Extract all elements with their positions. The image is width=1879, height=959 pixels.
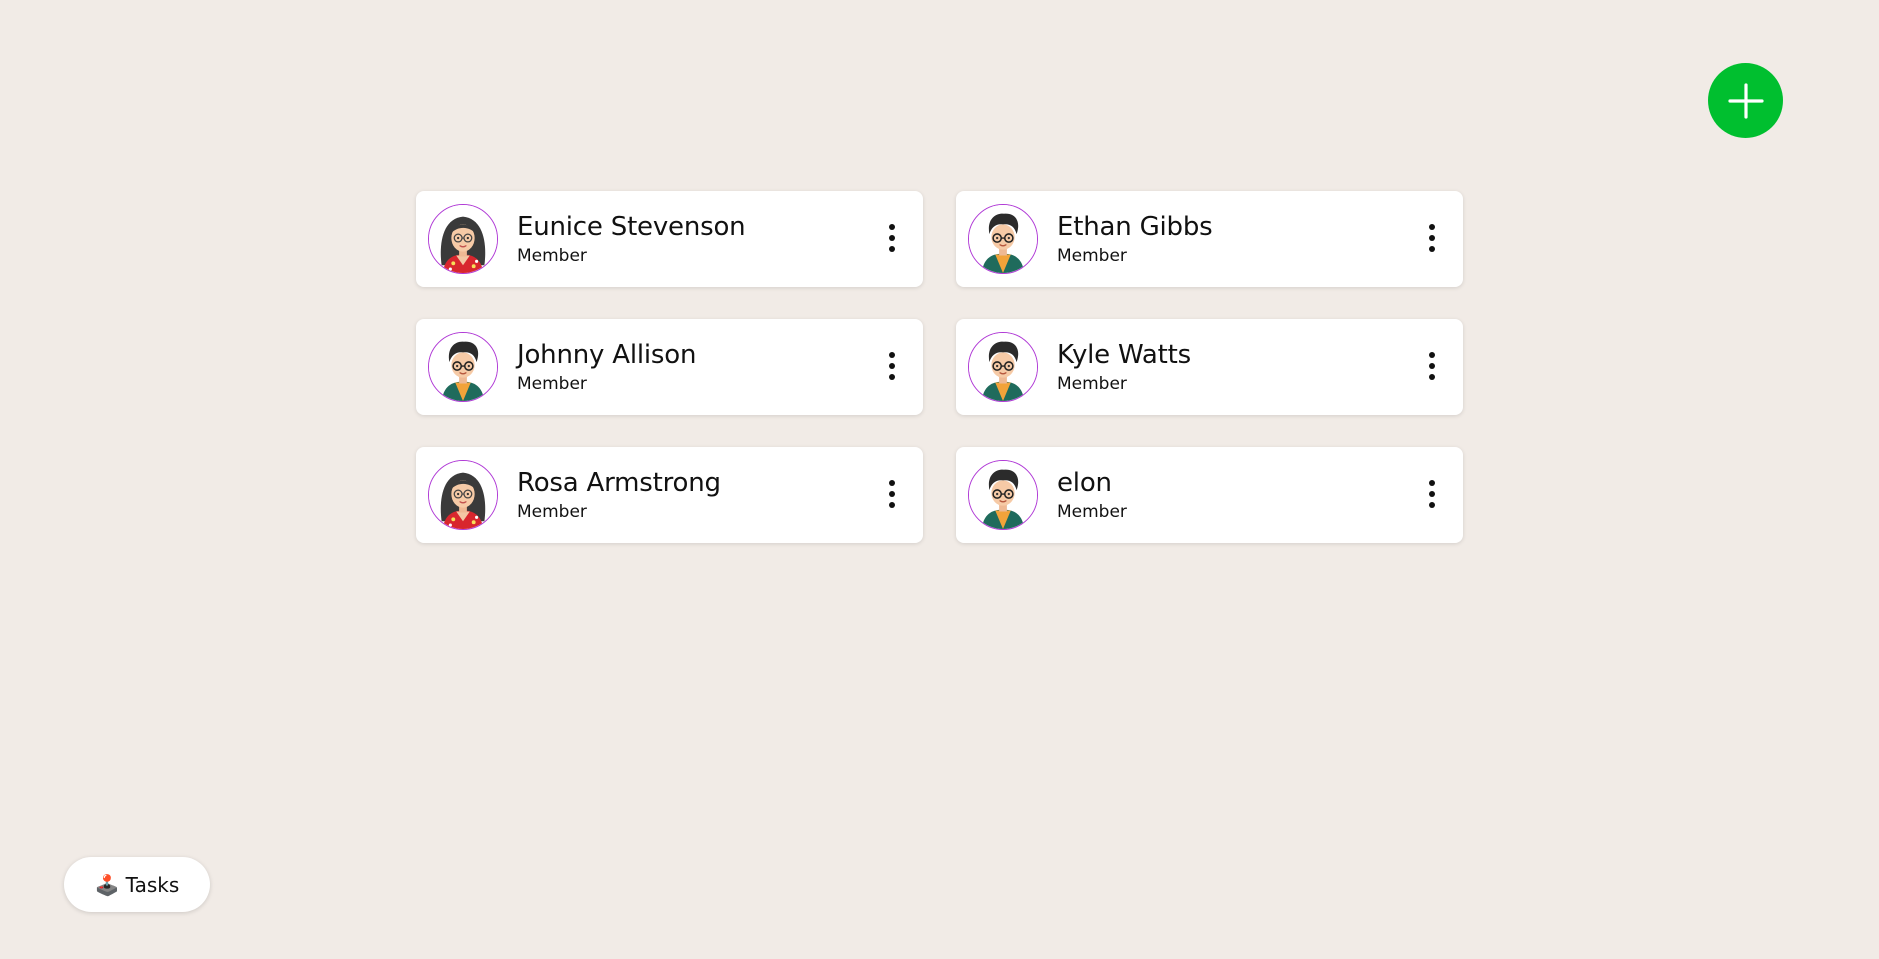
member-name: Rosa Armstrong bbox=[517, 467, 721, 498]
more-options-icon[interactable] bbox=[1421, 346, 1443, 386]
member-card[interactable]: elon Member bbox=[956, 447, 1463, 543]
female-avatar-icon bbox=[429, 205, 497, 273]
male-avatar-icon bbox=[969, 461, 1037, 529]
avatar bbox=[428, 204, 498, 274]
member-info: Johnny Allison Member bbox=[517, 339, 696, 396]
member-role: Member bbox=[1057, 245, 1127, 266]
more-options-icon[interactable] bbox=[881, 346, 903, 386]
member-card[interactable]: Eunice Stevenson Member bbox=[416, 191, 923, 287]
member-name: Eunice Stevenson bbox=[517, 211, 746, 242]
avatar bbox=[428, 332, 498, 402]
member-card[interactable]: Johnny Allison Member bbox=[416, 319, 923, 415]
add-member-button[interactable] bbox=[1708, 63, 1783, 138]
page: Eunice Stevenson Member Ethan Gibbs Memb… bbox=[0, 0, 1879, 959]
joystick-icon: 🕹️ bbox=[94, 872, 120, 897]
member-name: Ethan Gibbs bbox=[1057, 211, 1213, 242]
member-card[interactable]: Rosa Armstrong Member bbox=[416, 447, 923, 543]
more-options-icon[interactable] bbox=[1421, 474, 1443, 514]
avatar bbox=[968, 460, 1038, 530]
member-info: elon Member bbox=[1057, 467, 1127, 524]
member-info: Eunice Stevenson Member bbox=[517, 211, 746, 268]
member-card[interactable]: Kyle Watts Member bbox=[956, 319, 1463, 415]
tasks-button[interactable]: 🕹️ Tasks bbox=[64, 857, 210, 912]
members-grid: Eunice Stevenson Member Ethan Gibbs Memb… bbox=[416, 191, 1463, 543]
member-name: Kyle Watts bbox=[1057, 339, 1191, 370]
female-avatar-icon bbox=[429, 461, 497, 529]
member-name: elon bbox=[1057, 467, 1112, 498]
member-name: Johnny Allison bbox=[517, 339, 697, 370]
male-avatar-icon bbox=[969, 205, 1037, 273]
member-info: Rosa Armstrong Member bbox=[517, 467, 721, 524]
plus-icon bbox=[1727, 82, 1764, 119]
member-role: Member bbox=[517, 373, 587, 394]
avatar bbox=[968, 332, 1038, 402]
member-role: Member bbox=[517, 245, 587, 266]
avatar bbox=[428, 460, 498, 530]
more-options-icon[interactable] bbox=[881, 474, 903, 514]
member-role: Member bbox=[517, 501, 587, 522]
more-options-icon[interactable] bbox=[1421, 218, 1443, 258]
avatar bbox=[968, 204, 1038, 274]
male-avatar-icon bbox=[969, 333, 1037, 401]
member-role: Member bbox=[1057, 501, 1127, 522]
male-avatar-icon bbox=[429, 333, 497, 401]
more-options-icon[interactable] bbox=[881, 218, 903, 258]
tasks-label: Tasks bbox=[125, 872, 180, 897]
member-card[interactable]: Ethan Gibbs Member bbox=[956, 191, 1463, 287]
member-info: Ethan Gibbs Member bbox=[1057, 211, 1213, 268]
member-info: Kyle Watts Member bbox=[1057, 339, 1191, 396]
member-role: Member bbox=[1057, 373, 1127, 394]
